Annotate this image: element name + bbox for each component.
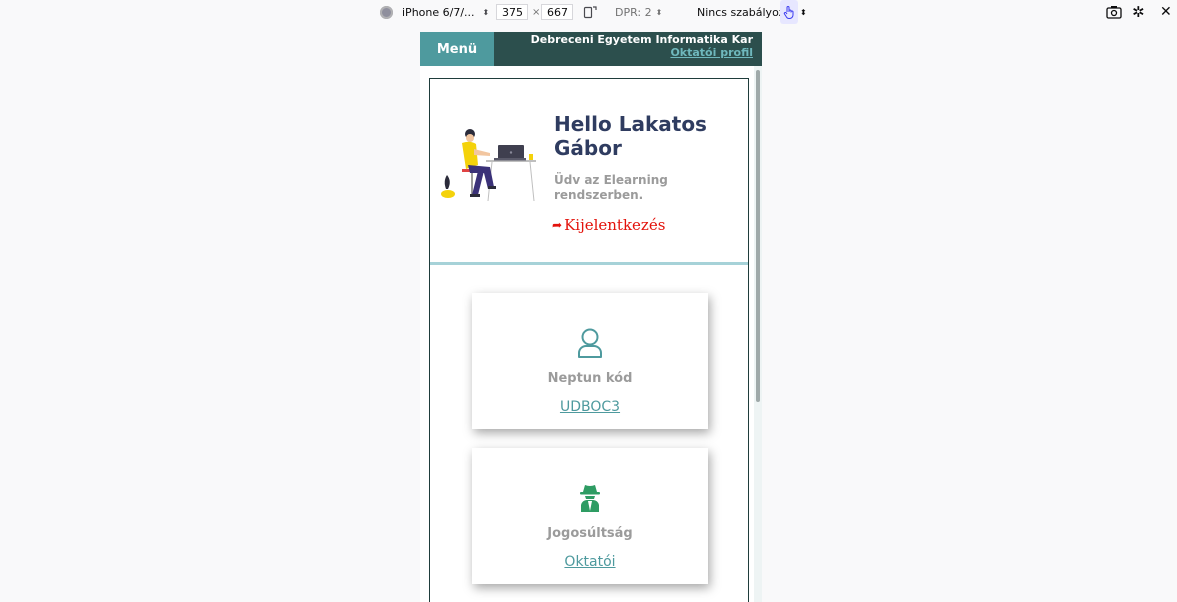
menu-button[interactable]: Menü [420,32,494,66]
welcome-text: Üdv az Elearning rendszerben. [554,173,668,202]
touch-simulation-icon[interactable] [780,0,798,24]
rotate-icon[interactable] [583,0,597,24]
sign-out-icon: ➦ [552,218,563,232]
responsive-design-toolbar: iPhone 6/7/... ⬍ 375 × 667 DPR: 2 ⬍ Ninc… [0,0,1177,24]
person-at-laptop-illustration [441,129,536,202]
chevron-down-icon: ⬍ [800,7,807,17]
close-icon[interactable]: ✕ [1160,0,1172,24]
device-selector[interactable]: iPhone 6/7/... ⬍ [402,0,489,24]
spy-icon [580,485,600,512]
globe-icon[interactable] [380,0,393,24]
card-label: Jogosúltság [547,526,633,541]
chevron-down-icon: ⬍ [655,7,663,17]
main-content: Hello Lakatos Gábor Üdv az Elearning ren… [429,78,749,602]
dimension-separator: × [532,6,541,18]
logout-label: Kijelentkezés [564,216,666,234]
viewport-height-input[interactable]: 667 [541,4,573,20]
profile-link[interactable]: Oktatói profil [531,46,753,59]
gear-icon[interactable]: ✲ [1132,0,1145,24]
dpr-label: DPR: 2 [615,5,652,19]
viewport-height-wrap: 667 [541,0,573,24]
card-label: Neptun kód [547,371,633,386]
neptun-code-link[interactable]: UDBOC3 [472,399,708,415]
permission-link[interactable]: Oktatói [472,554,708,570]
device-viewport: Menü Debreceni Egyetem Informatika Kar O… [420,32,762,602]
scrollbar-thumb[interactable] [756,70,760,402]
institution-brand: Debreceni Egyetem Informatika Kar Oktató… [531,33,753,59]
viewport-width-wrap: 375 [496,0,528,24]
camera-icon[interactable] [1106,0,1122,24]
top-navbar: Menü Debreceni Egyetem Informatika Kar O… [420,32,762,66]
viewport-width-input[interactable]: 375 [496,4,528,20]
chevron-down-icon: ⬍ [482,7,490,17]
page-title: Hello Lakatos Gábor [554,112,707,160]
permission-card: Jogosúltság Oktatói [472,448,708,584]
section-divider [430,262,748,265]
dpr-selector[interactable]: DPR: 2 ⬍ [615,0,662,24]
device-selector-label: iPhone 6/7/... [402,5,475,19]
user-icon [578,328,602,358]
neptun-code-card: Neptun kód UDBOC3 [472,293,708,429]
institution-name: Debreceni Egyetem Informatika Kar [530,33,753,46]
hello-section: Hello Lakatos Gábor Üdv az Elearning ren… [430,79,748,262]
logout-link[interactable]: ➦ Kijelentkezés [552,216,665,234]
